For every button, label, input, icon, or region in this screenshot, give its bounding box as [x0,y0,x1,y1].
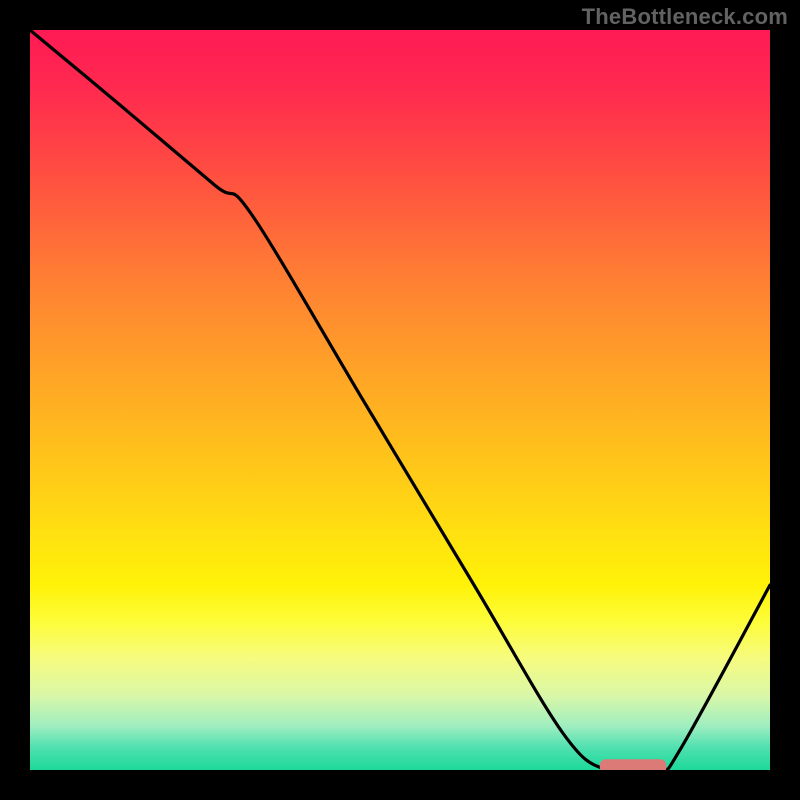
watermark-text: TheBottleneck.com [582,4,788,30]
chart-frame: TheBottleneck.com [0,0,800,800]
bottleneck-curve [30,30,770,770]
chart-svg [30,30,770,770]
optimal-range-marker [600,759,667,770]
